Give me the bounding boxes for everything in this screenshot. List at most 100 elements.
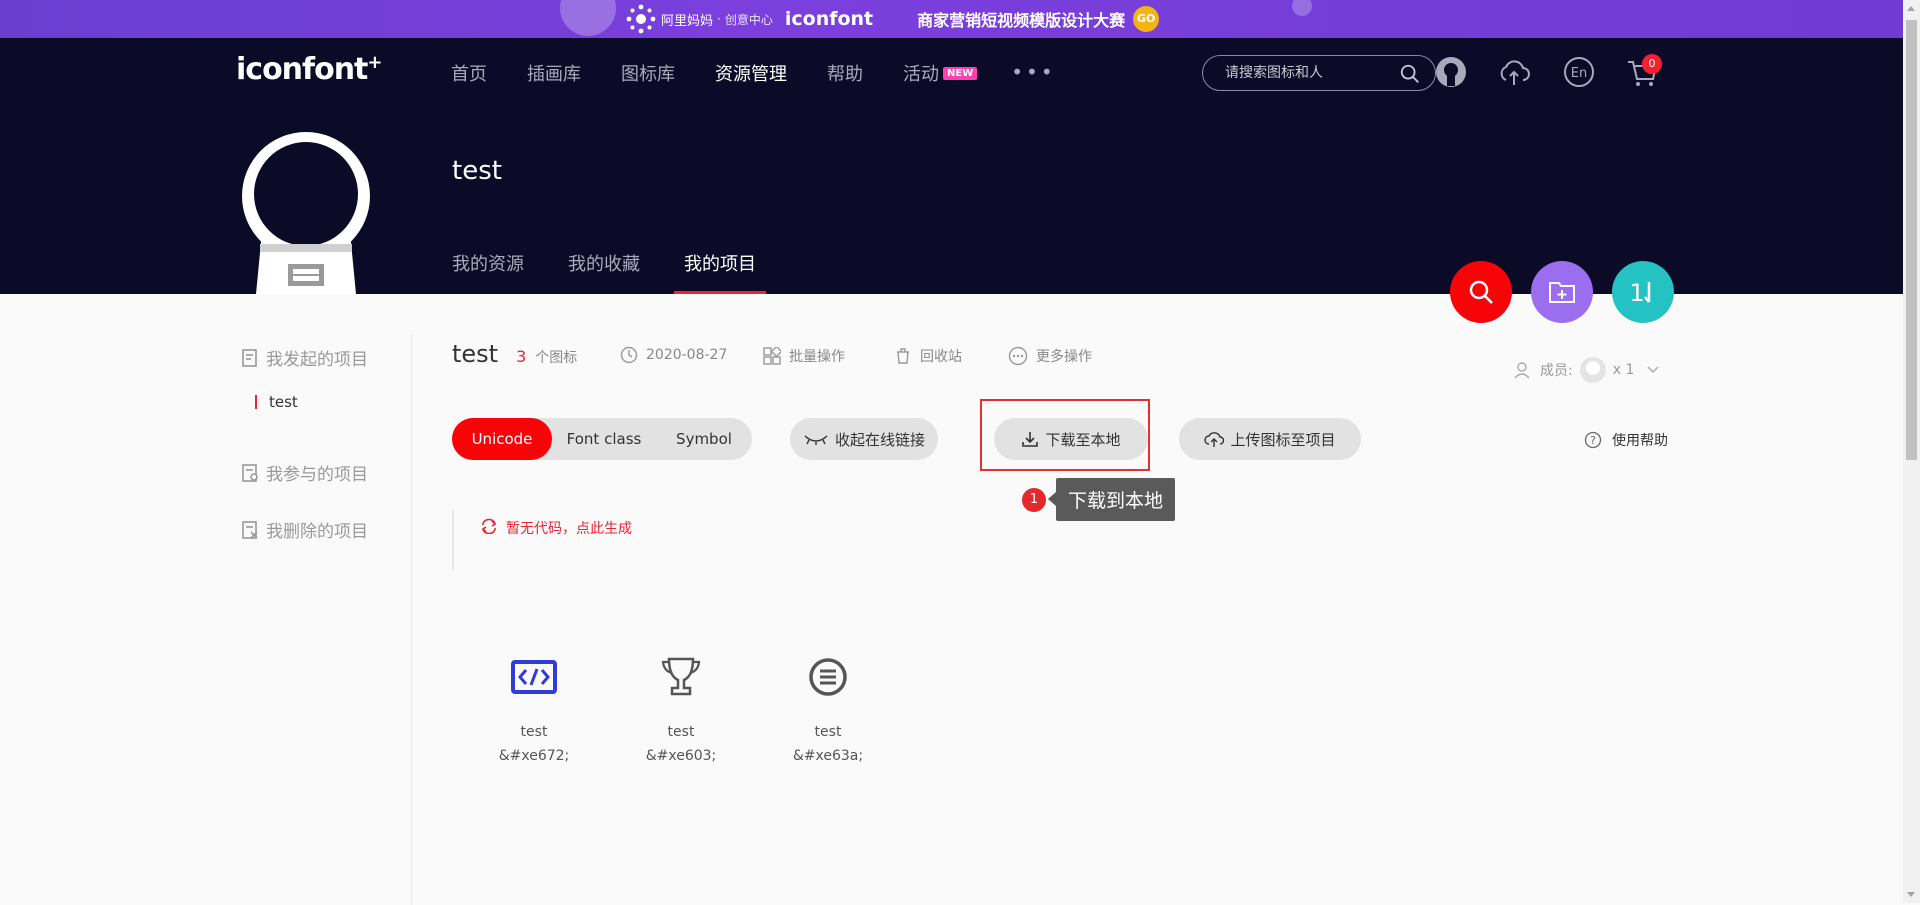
banner-brand: iconfont <box>784 8 874 30</box>
trash-icon <box>897 348 909 364</box>
nav-home[interactable]: 首页 <box>451 60 487 86</box>
trophy-icon <box>661 657 701 696</box>
step-badge: 1 <box>1022 487 1046 512</box>
nav-icon-library[interactable]: 图标库 <box>621 60 675 86</box>
more-operations-button[interactable]: 更多操作 <box>1008 346 1092 366</box>
usage-help-label: 使用帮助 <box>1612 433 1668 449</box>
svg-text:?: ? <box>1590 434 1596 447</box>
project-name: test <box>452 340 499 368</box>
banner-decoration <box>1292 0 1312 16</box>
cart-count-badge: 0 <box>1642 54 1662 74</box>
scroll-up-arrow-icon[interactable] <box>1907 6 1915 11</box>
fab-search-button[interactable] <box>1450 261 1512 323</box>
nav-more-icon[interactable]: ••• <box>1011 60 1055 86</box>
tab-my-favorites[interactable]: 我的收藏 <box>568 250 640 294</box>
document-user-icon <box>242 463 258 482</box>
sidebar-my-projects-label: 我发起的项目 <box>266 350 368 370</box>
svg-text:1: 1 <box>1629 279 1644 307</box>
eye-closed-icon <box>804 435 828 445</box>
icon-card[interactable]: test &#xe672; <box>484 650 584 764</box>
sidebar-project-test[interactable]: test <box>255 395 298 410</box>
chevron-down-icon <box>1647 366 1659 373</box>
github-icon[interactable] <box>1434 55 1468 89</box>
highlight-frame <box>980 399 1150 471</box>
upload-cloud-icon <box>1204 432 1225 447</box>
code-icon <box>511 660 557 694</box>
nav-illustrations[interactable]: 插画库 <box>527 60 581 86</box>
folder-add-icon <box>1549 282 1575 303</box>
project-heading: test 3 个图标 <box>452 340 577 368</box>
search-input[interactable]: 请搜索图标和人 <box>1202 55 1436 91</box>
search-icon <box>1469 280 1493 304</box>
sidebar-joined-projects[interactable]: 我参与的项目 <box>240 460 368 485</box>
tooltip-text: 下载到本地 <box>1047 478 1176 521</box>
more-circle-icon <box>1008 346 1028 366</box>
banner-separator: · <box>717 12 721 26</box>
document-delete-icon <box>242 520 258 539</box>
members-count: x 1 <box>1612 362 1635 378</box>
astronaut-avatar[interactable] <box>240 132 372 294</box>
banner-promo: 商家营销短视频模版设计大赛 <box>917 11 1126 30</box>
list-circle-icon <box>809 658 847 696</box>
profile-tabs: 我的资源 我的收藏 我的项目 <box>452 250 800 294</box>
more-operations-label: 更多操作 <box>1036 349 1092 365</box>
mode-symbol[interactable]: Symbol <box>656 418 752 460</box>
mode-unicode[interactable]: Unicode <box>452 418 552 460</box>
project-date-text: 2020-08-27 <box>646 347 728 363</box>
clock-icon <box>620 346 638 364</box>
svg-text:En: En <box>1571 66 1587 81</box>
collapse-online-link-label: 收起在线链接 <box>834 430 925 449</box>
upload-icons-button[interactable]: 上传图标至项目 <box>1179 418 1361 460</box>
nav-resource-management[interactable]: 资源管理 <box>715 60 787 86</box>
step-tooltip: 1 下载到本地 <box>1022 478 1176 521</box>
nav-activities[interactable]: 活动 NEW <box>903 60 978 86</box>
batch-operations-label: 批量操作 <box>789 349 845 365</box>
usage-help-link[interactable]: ? 使用帮助 <box>1584 430 1668 450</box>
icon-card[interactable]: test &#xe603; <box>631 650 731 764</box>
sidebar-my-projects[interactable]: 我发起的项目 <box>240 345 368 370</box>
nav-help[interactable]: 帮助 <box>827 60 863 86</box>
language-en-icon[interactable]: En <box>1562 55 1596 89</box>
members-dropdown[interactable]: 成员: x 1 <box>1514 356 1660 384</box>
project-icon-unit: 个图标 <box>535 350 578 366</box>
banner-go-button[interactable]: GO <box>1133 6 1160 32</box>
icon-code: &#xe672; <box>498 748 570 764</box>
batch-operations-button[interactable]: 批量操作 <box>763 346 845 366</box>
sidebar-joined-projects-label: 我参与的项目 <box>266 465 368 485</box>
fab-sort-button[interactable]: 1 <box>1612 261 1674 323</box>
recycle-bin-button[interactable]: 回收站 <box>894 346 962 366</box>
banner-partner: 阿里妈妈 <box>661 13 714 29</box>
upload-icons-label: 上传图标至项目 <box>1230 430 1336 449</box>
sidebar-deleted-projects[interactable]: 我删除的项目 <box>240 517 368 542</box>
upload-cloud-icon[interactable] <box>1497 55 1531 89</box>
profile-title: test <box>452 156 502 186</box>
collapse-online-link-button[interactable]: 收起在线链接 <box>790 418 938 460</box>
banner-decoration <box>560 0 616 36</box>
tab-my-projects[interactable]: 我的项目 <box>674 250 766 294</box>
mode-font-class[interactable]: Font class <box>552 418 656 460</box>
page-scrollbar[interactable] <box>1903 0 1920 903</box>
search-icon[interactable] <box>1399 63 1421 85</box>
recycle-bin-label: 回收站 <box>920 349 962 365</box>
site-logo[interactable]: iconfont+ <box>236 52 383 87</box>
sidebar-deleted-projects-label: 我删除的项目 <box>266 522 368 542</box>
icon-card[interactable]: test &#xe63a; <box>778 650 878 764</box>
refresh-icon <box>481 518 497 534</box>
icon-name: test <box>667 724 695 740</box>
main-nav: 首页 插画库 图标库 资源管理 帮助 活动 NEW ••• <box>451 60 1056 86</box>
member-icon <box>1514 362 1530 379</box>
tab-my-resources[interactable]: 我的资源 <box>452 250 524 294</box>
scrollbar-thumb[interactable] <box>1906 20 1917 460</box>
new-badge: NEW <box>943 66 978 80</box>
icon-name: test <box>520 724 548 740</box>
code-generate-message: 暂无代码，点此生成 <box>506 521 632 537</box>
code-generate-area[interactable]: 暂无代码，点此生成 <box>452 510 632 570</box>
scroll-down-arrow-icon[interactable] <box>1907 892 1915 897</box>
question-circle-icon: ? <box>1584 431 1602 449</box>
document-edit-icon <box>242 348 257 367</box>
project-date: 2020-08-27 <box>620 346 727 364</box>
sort-icon: 1 <box>1629 279 1651 307</box>
fab-add-folder-button[interactable] <box>1531 261 1593 323</box>
promo-banner[interactable]: 阿里妈妈 · 创意中心 iconfont 商家营销短视频模版设计大赛 GO <box>0 0 1903 38</box>
code-mode-switch: Unicode Font class Symbol <box>452 418 752 460</box>
